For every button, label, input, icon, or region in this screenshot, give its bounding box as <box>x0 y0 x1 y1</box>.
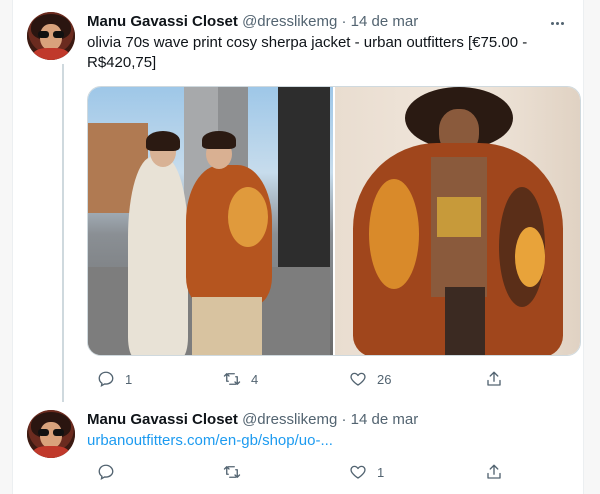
tweet-2[interactable]: Manu Gavassi Closet @dresslikemg · 14 de… <box>13 402 585 494</box>
reply-icon <box>97 370 115 388</box>
handle[interactable]: @dresslikemg <box>242 13 337 30</box>
handle[interactable]: @dresslikemg <box>242 411 337 428</box>
reply-count: 1 <box>125 371 133 387</box>
retweet-button[interactable]: 4 <box>223 369 258 389</box>
like-count: 26 <box>377 371 392 387</box>
separator: · <box>341 411 347 428</box>
tweet-header: Manu Gavassi Closet @dresslikemg · 14 de… <box>87 12 418 32</box>
media-grid <box>87 86 581 356</box>
retweet-icon <box>223 370 241 388</box>
tweet-text: olivia 70s wave print cosy sherpa jacket… <box>87 34 528 71</box>
share-icon <box>485 463 503 481</box>
tweet-link[interactable]: urbanoutfitters.com/en-gb/shop/uo-... <box>87 431 333 451</box>
like-button[interactable]: 26 <box>349 369 391 389</box>
timeline-card: Manu Gavassi Closet @dresslikemg · 14 de… <box>12 0 584 494</box>
reply-icon <box>97 463 115 481</box>
display-name[interactable]: Manu Gavassi Closet <box>87 411 238 428</box>
retweet-count: 4 <box>251 371 259 387</box>
tweet-header: Manu Gavassi Closet @dresslikemg · 14 de… <box>87 410 418 430</box>
retweet-icon <box>223 463 241 481</box>
avatar[interactable] <box>27 410 75 458</box>
like-button[interactable]: 1 <box>349 462 384 482</box>
display-name[interactable]: Manu Gavassi Closet <box>87 13 238 30</box>
heart-icon <box>349 463 367 481</box>
tweet-actions: 1 4 26 <box>87 369 507 389</box>
timestamp[interactable]: 14 de mar <box>351 411 419 428</box>
reply-button[interactable]: 1 <box>97 369 132 389</box>
share-button[interactable] <box>485 462 503 482</box>
heart-icon <box>349 370 367 388</box>
share-icon <box>485 370 503 388</box>
tweet-actions: 1 <box>87 462 507 482</box>
reply-button[interactable] <box>97 462 125 482</box>
avatar[interactable] <box>27 12 75 60</box>
separator: · <box>341 13 347 30</box>
timestamp[interactable]: 14 de mar <box>351 13 419 30</box>
share-button[interactable] <box>485 369 503 389</box>
tweet-1[interactable]: Manu Gavassi Closet @dresslikemg · 14 de… <box>13 0 585 402</box>
more-options-icon[interactable] <box>547 13 567 33</box>
like-count: 1 <box>377 464 385 480</box>
retweet-button[interactable] <box>223 462 251 482</box>
photo-street-two-women[interactable] <box>88 87 333 355</box>
photo-sherpa-jacket-model[interactable] <box>335 87 580 355</box>
